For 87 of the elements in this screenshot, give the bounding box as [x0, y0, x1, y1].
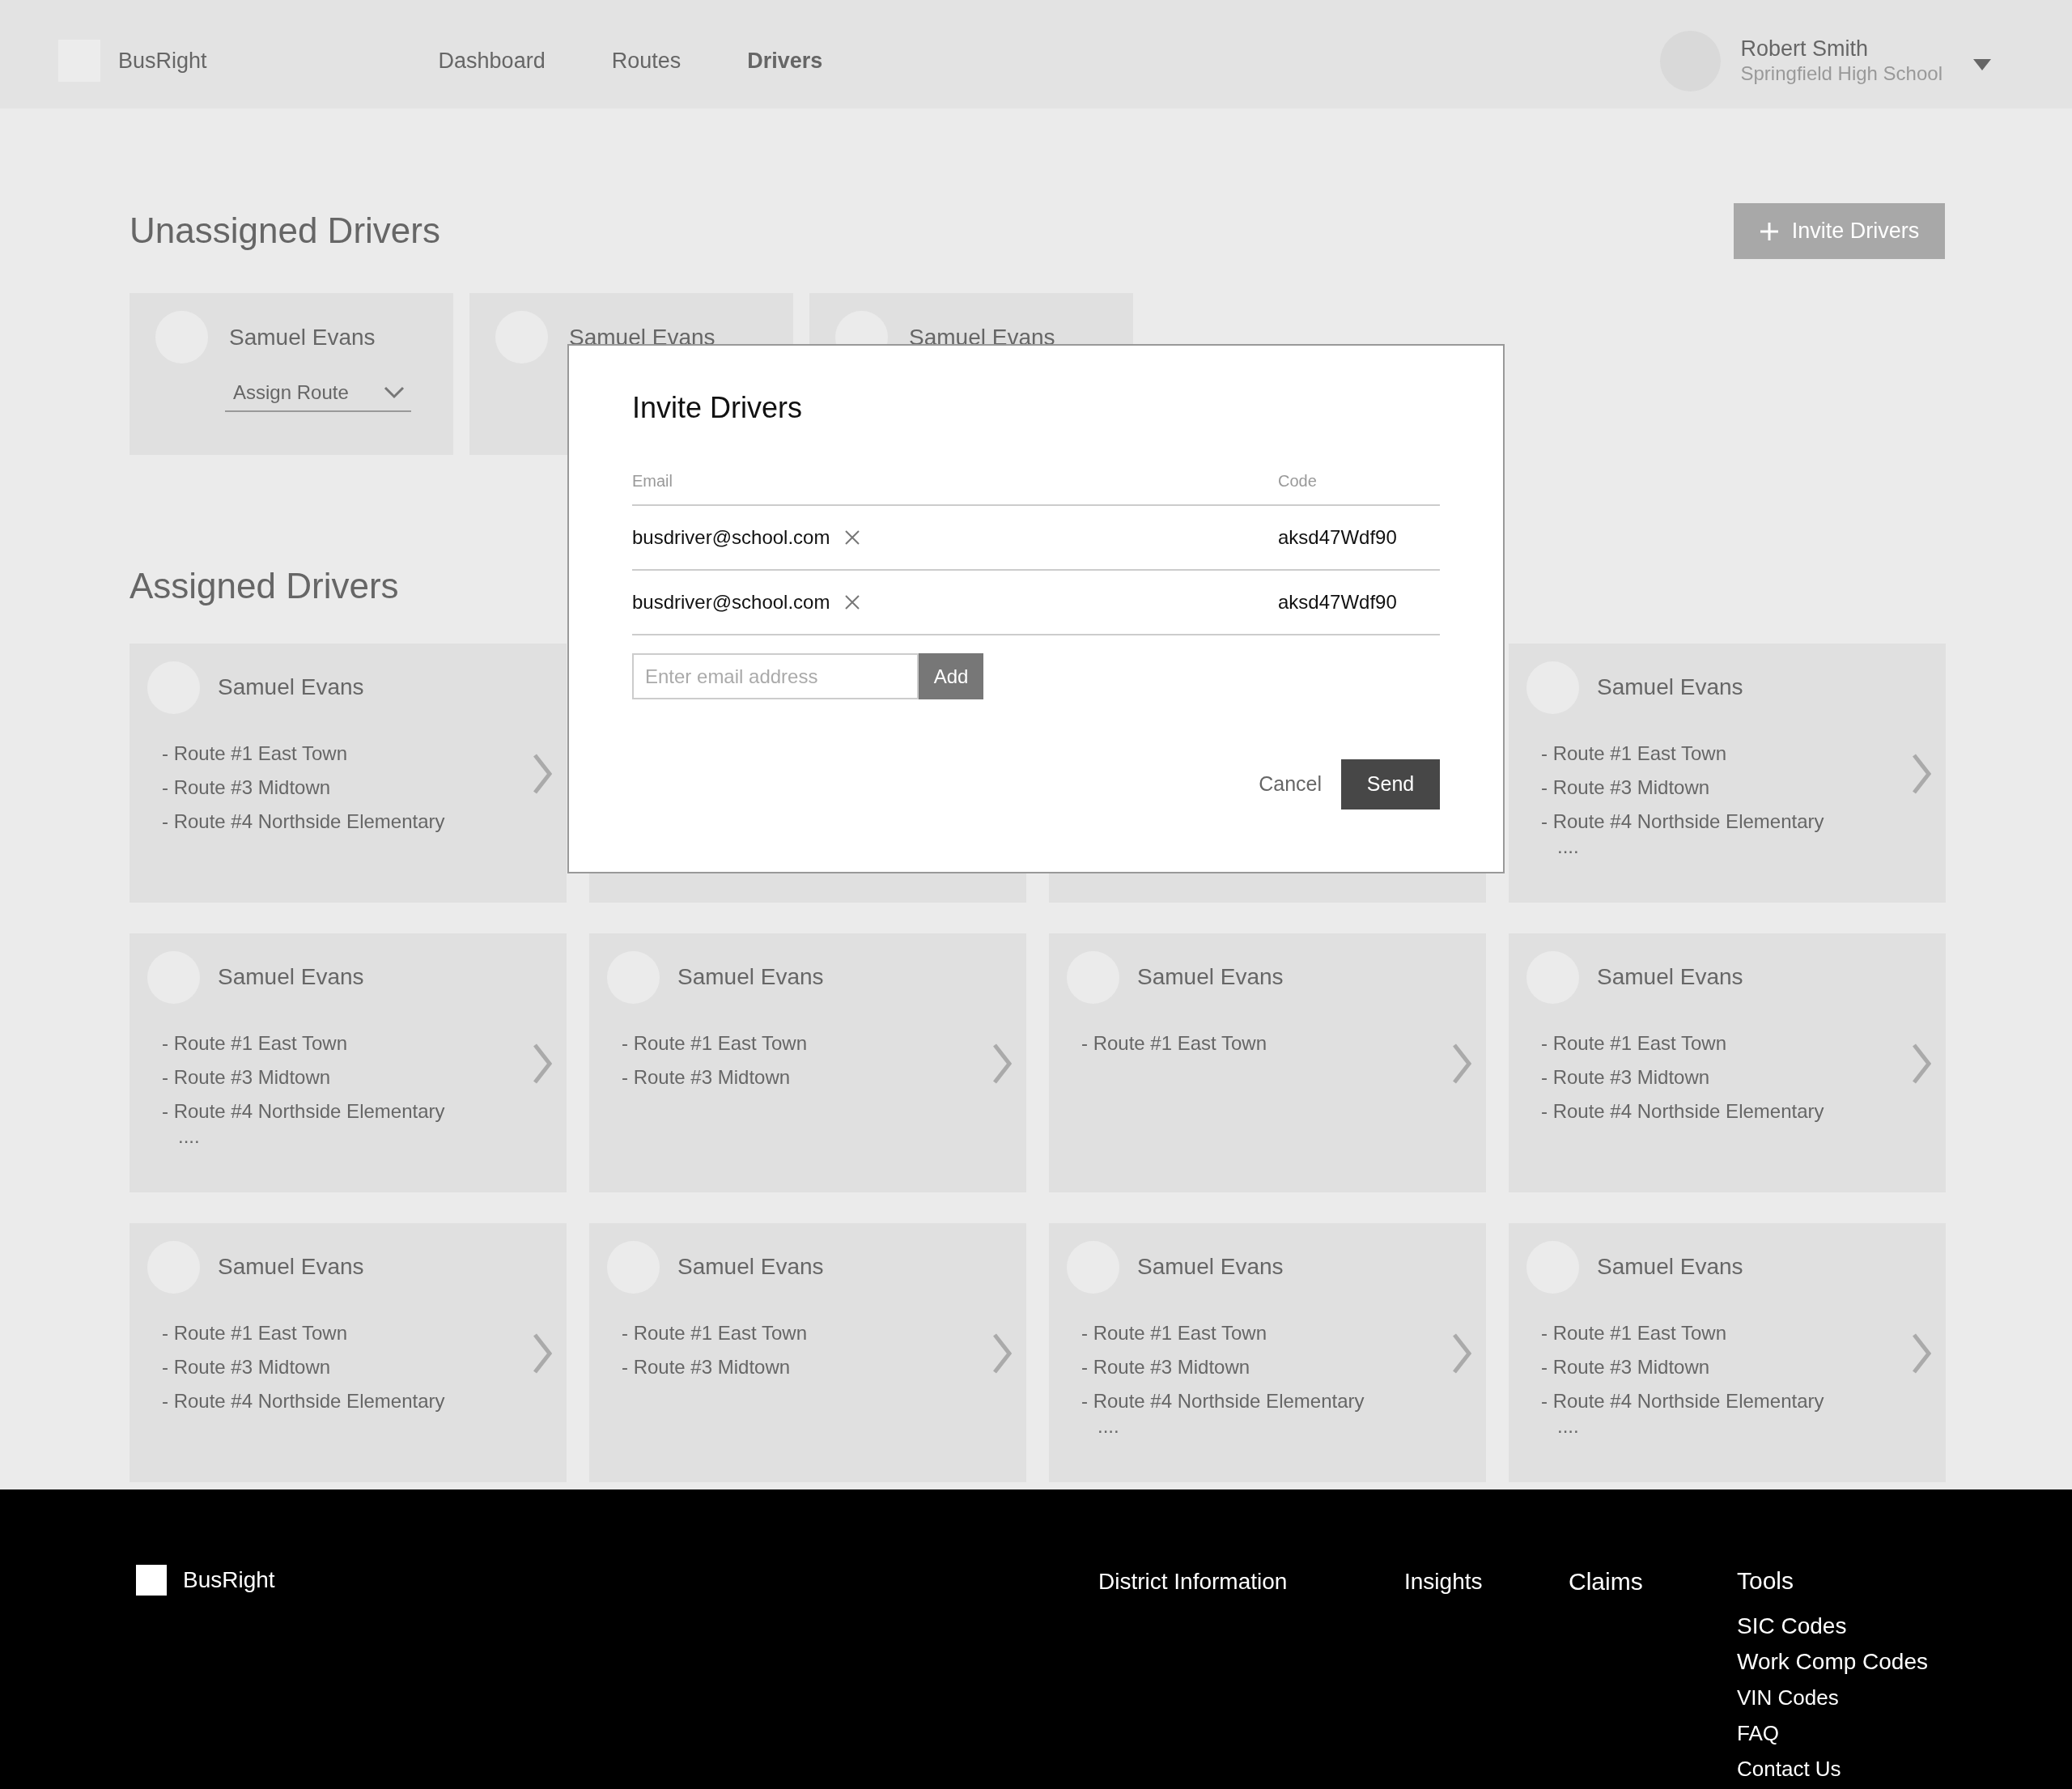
modal-title: Invite Drivers [632, 390, 804, 426]
route-item: - Route #3 Midtown [1541, 1354, 1711, 1379]
driver-name: Samuel Evans [677, 1253, 824, 1281]
chevron-right-icon[interactable] [1452, 1332, 1471, 1375]
route-item: - Route #1 East Town [162, 1320, 349, 1345]
route-item: - Route #1 East Town [1541, 1030, 1728, 1056]
driver-name: Samuel Evans [218, 674, 364, 702]
footer-link[interactable]: VIN Codes [1737, 1680, 1928, 1715]
chevron-right-icon[interactable] [1912, 752, 1931, 795]
footer-link[interactable]: Contact Us [1737, 1751, 1928, 1787]
chevron-right-icon[interactable] [533, 1332, 552, 1375]
route-item: - Route #1 East Town [162, 1030, 349, 1056]
footer-link[interactable]: Insights [1404, 1565, 1483, 1599]
route-item: - Route #4 Northside Elementary [1541, 1388, 1825, 1413]
route-item: - Route #1 East Town [1541, 741, 1728, 766]
route-item: - Route #4 Northside Elementary [162, 809, 446, 834]
footer-link[interactable]: FAQ [1737, 1715, 1928, 1751]
more-indicator: .... [1556, 838, 1580, 855]
footer-link[interactable]: Claims [1569, 1563, 1643, 1600]
route-item: - Route #1 East Town [622, 1030, 809, 1056]
footer-link[interactable]: District Information [1098, 1565, 1288, 1599]
driver-name: Samuel Evans [677, 963, 824, 992]
section-title: Unassigned Drivers [130, 210, 440, 253]
chevron-right-icon[interactable] [1912, 1332, 1931, 1375]
more-indicator: .... [1097, 1417, 1120, 1434]
column-header: Code [1278, 472, 1317, 491]
driver-name: Samuel Evans [218, 1253, 364, 1281]
route-item: - Route #3 Midtown [162, 775, 332, 800]
email-text: busdriver@school.com [632, 525, 830, 550]
assign-route-dropdown[interactable]: Assign Route [225, 378, 411, 412]
plus-icon [1759, 221, 1779, 241]
route-item: - Route #4 Northside Elementary [162, 1098, 446, 1124]
route-item: - Route #4 Northside Elementary [162, 1388, 446, 1413]
route-item: - Route #4 Northside Elementary [1541, 1098, 1825, 1124]
route-item: - Route #1 East Town [1081, 1320, 1268, 1345]
section-title: Assigned Drivers [130, 565, 399, 607]
send-button[interactable]: Send [1341, 759, 1440, 810]
add-button[interactable]: Add [919, 653, 983, 700]
column-header: Email [632, 472, 673, 491]
driver-name: Samuel Evans [1597, 674, 1743, 702]
code-text: aksd47Wdf90 [1278, 591, 1397, 614]
chevron-right-icon[interactable] [992, 1332, 1012, 1375]
logo-text: BusRight [183, 1566, 275, 1594]
footer-link[interactable]: Work Comp Codes [1737, 1644, 1928, 1680]
route-item: - Route #1 East Town [1081, 1030, 1268, 1056]
route-item: - Route #3 Midtown [622, 1354, 792, 1379]
route-item: - Route #3 Midtown [1541, 1064, 1711, 1090]
email-text: busdriver@school.com [632, 590, 830, 615]
driver-name: Samuel Evans [1137, 963, 1284, 992]
email-input-field[interactable]: Enter email address [632, 653, 919, 700]
chevron-right-icon[interactable] [1912, 1042, 1931, 1085]
route-item: - Route #1 East Town [1541, 1320, 1728, 1345]
close-icon[interactable] [844, 594, 861, 611]
chevron-right-icon[interactable] [533, 1042, 552, 1085]
driver-name: Samuel Evans [218, 963, 364, 992]
driver-name: Samuel Evans [1137, 1253, 1284, 1281]
footer-link[interactable]: SIC Codes [1737, 1608, 1928, 1644]
route-item: - Route #4 Northside Elementary [1541, 809, 1825, 834]
close-icon[interactable] [844, 529, 861, 546]
route-item: - Route #4 Northside Elementary [1081, 1388, 1365, 1413]
nav-link[interactable]: Dashboard [438, 44, 546, 78]
logo-icon [136, 1565, 167, 1596]
chevron-down-icon [384, 386, 405, 399]
nav-link[interactable]: Routes [611, 44, 681, 78]
more-indicator: .... [1556, 1417, 1580, 1434]
chevron-right-icon[interactable] [1452, 1042, 1471, 1085]
cancel-button[interactable]: Cancel [1239, 769, 1341, 800]
driver-name: Samuel Evans [1597, 963, 1743, 992]
logo-text: BusRight [118, 47, 207, 74]
route-item: - Route #3 Midtown [162, 1354, 332, 1379]
route-item: - Route #3 Midtown [622, 1064, 792, 1090]
route-item: - Route #3 Midtown [1081, 1354, 1251, 1379]
footer-heading: Tools [1737, 1566, 1795, 1596]
driver-name: Samuel Evans [229, 323, 376, 351]
chevron-right-icon[interactable] [992, 1042, 1012, 1085]
code-text: aksd47Wdf90 [1278, 526, 1397, 549]
driver-name: Samuel Evans [1597, 1253, 1743, 1281]
user-name: Robert Smith [1740, 36, 1870, 62]
route-item: - Route #3 Midtown [162, 1064, 332, 1090]
school-name: Springfield High School [1740, 62, 1942, 86]
route-item: - Route #3 Midtown [1541, 775, 1711, 800]
route-item: - Route #1 East Town [162, 741, 349, 766]
chevron-right-icon[interactable] [533, 752, 552, 795]
caret-icon [1973, 59, 1991, 70]
more-indicator: .... [177, 1128, 201, 1145]
nav-link[interactable]: Drivers [747, 44, 823, 78]
route-item: - Route #1 East Town [622, 1320, 809, 1345]
